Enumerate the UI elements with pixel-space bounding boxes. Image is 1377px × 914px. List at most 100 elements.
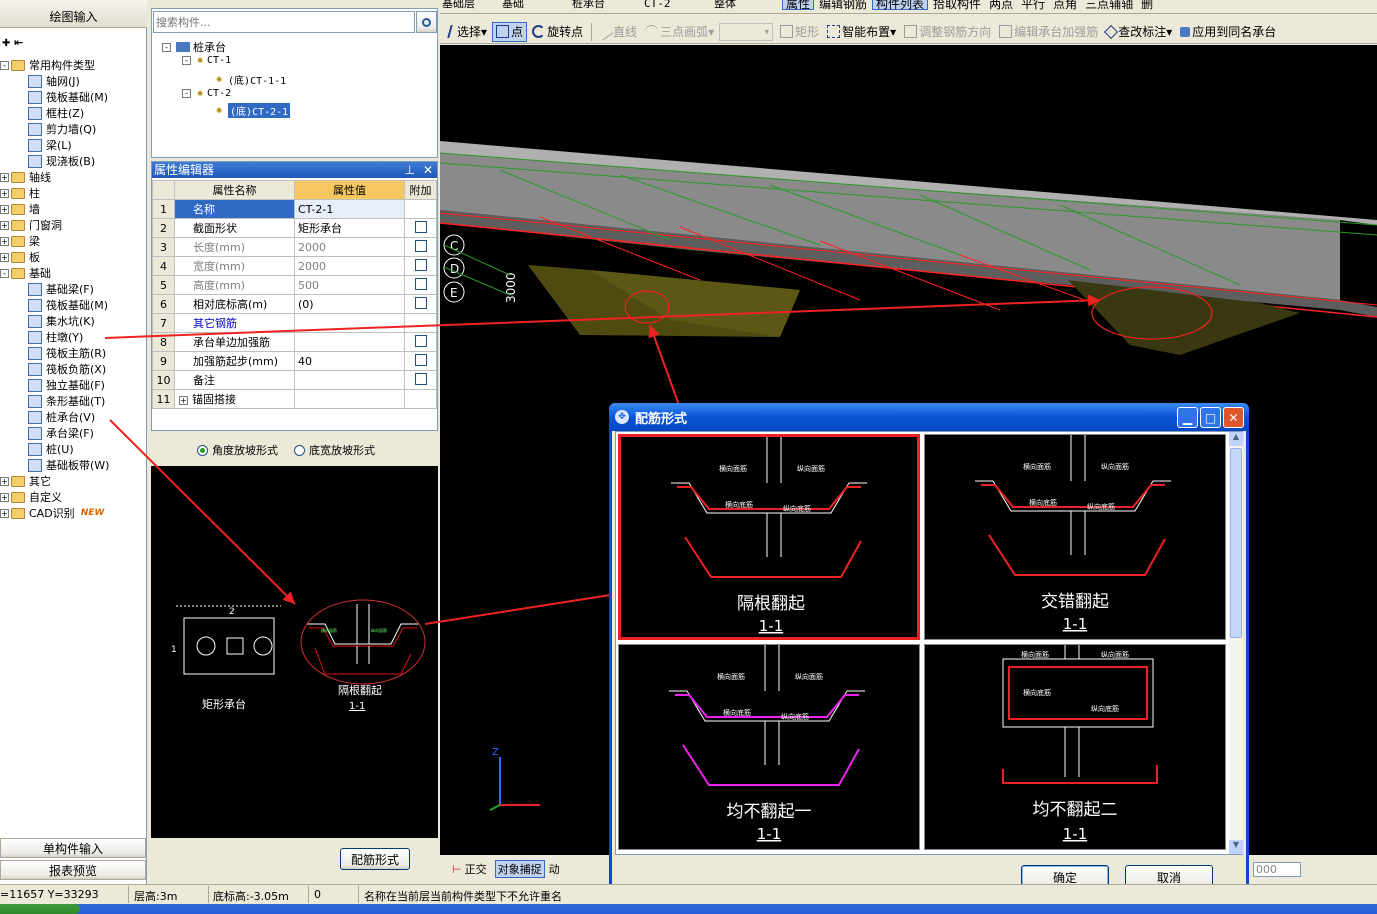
- ortho-toggle[interactable]: ⊢ 正交: [452, 861, 487, 877]
- category-dropdown[interactable]: 桩承台: [570, 0, 642, 12]
- expand-toggle-icon[interactable]: -: [0, 268, 9, 278]
- nav-tree-item[interactable]: - 常用构件类型: [0, 57, 95, 73]
- nav-tree-item[interactable]: 剪力墙(Q): [28, 121, 96, 137]
- extra-checkbox[interactable]: [414, 334, 427, 347]
- tree-ct2-child[interactable]: ✺ (底)CT-2-1: [216, 103, 291, 118]
- expand-toggle-icon[interactable]: +: [0, 204, 9, 214]
- search-input[interactable]: [154, 13, 409, 31]
- prop-row[interactable]: 3 长度(mm) 2000: [152, 237, 437, 257]
- prop-row[interactable]: 10 备注: [152, 370, 437, 390]
- rebar-form-button[interactable]: 配筋形式: [340, 848, 410, 870]
- extra-checkbox[interactable]: [414, 296, 427, 309]
- expand-toggle-icon[interactable]: +: [0, 508, 9, 518]
- parallel-button[interactable]: 平行: [1018, 0, 1048, 13]
- prop-row[interactable]: 11 + 锚固搭接: [152, 389, 437, 409]
- sub-dropdown[interactable]: 整体: [712, 0, 782, 12]
- extra-checkbox[interactable]: [414, 239, 427, 252]
- dynamic-toggle[interactable]: 动: [549, 861, 560, 877]
- rebar-option-4[interactable]: 横向面筋 纵向面筋 横向底筋 纵向底筋 均不翻起二 1-1: [924, 644, 1226, 850]
- nav-tree-item[interactable]: 独立基础(F): [28, 377, 105, 393]
- extra-checkbox[interactable]: [414, 220, 427, 233]
- expand-toggle-icon[interactable]: +: [0, 220, 9, 230]
- nav-tree-item[interactable]: + 其它: [0, 473, 51, 489]
- arc-param-dropdown[interactable]: ▾: [719, 22, 774, 41]
- nav-tree-item[interactable]: 基础梁(F): [28, 281, 94, 297]
- nav-header[interactable]: 绘图输入: [0, 0, 147, 28]
- nav-tree-item[interactable]: - 基础: [0, 265, 51, 281]
- prop-row[interactable]: 4 宽度(mm) 2000: [152, 256, 437, 276]
- point-angle-button[interactable]: 点角: [1050, 0, 1080, 13]
- extra-checkbox[interactable]: [414, 277, 427, 290]
- extra-checkbox[interactable]: [414, 258, 427, 271]
- edit-cap-rebar-button[interactable]: 编辑承台加强筋: [996, 22, 1101, 42]
- close-dialog-button[interactable]: ✕: [1223, 407, 1244, 428]
- prop-row[interactable]: 1 名称 CT-2-1: [152, 199, 437, 219]
- collapse-tree-icon[interactable]: ⇤: [14, 36, 23, 49]
- nav-tree-item[interactable]: 桩承台(V): [28, 409, 95, 425]
- maximize-button[interactable]: □: [1200, 407, 1221, 428]
- prop-value-cell[interactable]: 矩形承台: [294, 218, 405, 238]
- tree-ct2[interactable]: - ✺ CT-2: [182, 88, 231, 99]
- prop-value-cell[interactable]: 40: [294, 351, 405, 371]
- element-list-button[interactable]: 构件列表: [872, 0, 929, 11]
- options-scrollbar[interactable]: ▲ ▼: [1229, 432, 1243, 854]
- prop-row[interactable]: 5 高度(mm) 500: [152, 275, 437, 295]
- extra-checkbox[interactable]: [414, 372, 427, 385]
- prop-value-cell[interactable]: 500: [294, 275, 405, 295]
- nav-tree-item[interactable]: + 轴线: [0, 169, 51, 185]
- rotate-point-button[interactable]: 旋转点: [529, 22, 586, 42]
- rebar-option-2[interactable]: 横向面筋 纵向面筋 横向底筋 纵向底筋 交错翻起 1-1: [924, 434, 1226, 640]
- report-preview-button[interactable]: 报表预览: [0, 860, 146, 880]
- layer-dropdown[interactable]: 基础层: [440, 0, 500, 12]
- nav-tree-item[interactable]: + 门窗洞: [0, 217, 62, 233]
- prop-value-cell[interactable]: [294, 313, 405, 333]
- single-input-button[interactable]: 单构件输入: [0, 838, 146, 858]
- nav-tree-item[interactable]: + 自定义: [0, 489, 62, 505]
- expand-tree-icon[interactable]: ✚: [2, 38, 10, 49]
- tree-root[interactable]: - 桩承台: [162, 39, 226, 55]
- nav-tree-item[interactable]: 条形基础(T): [28, 393, 105, 409]
- nav-tree-item[interactable]: + CAD识别 NEW: [0, 505, 104, 521]
- snap-toggle[interactable]: 对象捕捉: [494, 860, 545, 878]
- expand-toggle-icon[interactable]: +: [0, 172, 9, 182]
- edit-rebar-button[interactable]: 编辑钢筋: [816, 0, 870, 13]
- two-point-button[interactable]: 两点: [986, 0, 1016, 13]
- prop-value-cell[interactable]: [294, 370, 405, 390]
- expand-toggle-icon[interactable]: +: [0, 252, 9, 262]
- rebar-option-3[interactable]: 横向面筋 纵向面筋 横向底筋 纵向底筋 均不翻起一 1-1: [618, 644, 920, 850]
- nav-tree-item[interactable]: 梁(L): [28, 137, 72, 153]
- prop-value-cell[interactable]: [294, 332, 405, 352]
- nav-tree-item[interactable]: + 板: [0, 249, 40, 265]
- expand-toggle-icon[interactable]: +: [0, 188, 9, 198]
- nav-tree-item[interactable]: 筏板基础(M): [28, 297, 108, 313]
- prop-value-cell[interactable]: (0): [294, 294, 405, 314]
- radio-angle-slope[interactable]: 角度放坡形式: [197, 442, 278, 458]
- expand-toggle-icon[interactable]: -: [0, 60, 9, 70]
- tree-ct1[interactable]: - ✺ CT-1: [182, 55, 231, 66]
- nav-tree-item[interactable]: 基础板带(W): [28, 457, 109, 473]
- nav-tree-item[interactable]: 柱墩(Y): [28, 329, 83, 345]
- expand-toggle-icon[interactable]: +: [0, 236, 9, 246]
- extra-checkbox[interactable]: [414, 353, 427, 366]
- nav-tree-item[interactable]: 桩(U): [28, 441, 74, 457]
- coord-field[interactable]: 000: [1253, 861, 1301, 877]
- check-mark-button[interactable]: 查改标注 ▾: [1103, 22, 1175, 42]
- pick-element-button[interactable]: 拾取构件: [930, 0, 984, 13]
- delete-button[interactable]: 删: [1138, 0, 1156, 13]
- rebar-option-1[interactable]: 横向面筋 纵向面筋 横向底筋 纵向底筋 隔根翻起 1-1: [618, 434, 920, 640]
- expand-toggle-icon[interactable]: +: [0, 492, 9, 502]
- prop-row[interactable]: 9 加强筋起步(mm) 40: [152, 351, 437, 371]
- arc-button[interactable]: 三点画弧 ▾: [642, 22, 717, 42]
- nav-tree-item[interactable]: 承台梁(F): [28, 425, 94, 441]
- search-button[interactable]: [416, 11, 437, 33]
- type-dropdown[interactable]: 基础: [500, 0, 570, 12]
- nav-tree-item[interactable]: 集水坑(K): [28, 313, 95, 329]
- nav-tree-item[interactable]: + 柱: [0, 185, 40, 201]
- line-button[interactable]: 直线: [595, 22, 640, 42]
- nav-tree-item[interactable]: 框柱(Z): [28, 105, 84, 121]
- nav-tree-item[interactable]: 轴网(J): [28, 73, 80, 89]
- three-point-aux-button[interactable]: 三点辅轴: [1082, 0, 1136, 13]
- prop-row[interactable]: 8 承台单边加强筋: [152, 332, 437, 352]
- adjust-direction-button[interactable]: 调整钢筋方向: [901, 22, 994, 42]
- prop-row[interactable]: 7 其它钢筋: [152, 313, 437, 333]
